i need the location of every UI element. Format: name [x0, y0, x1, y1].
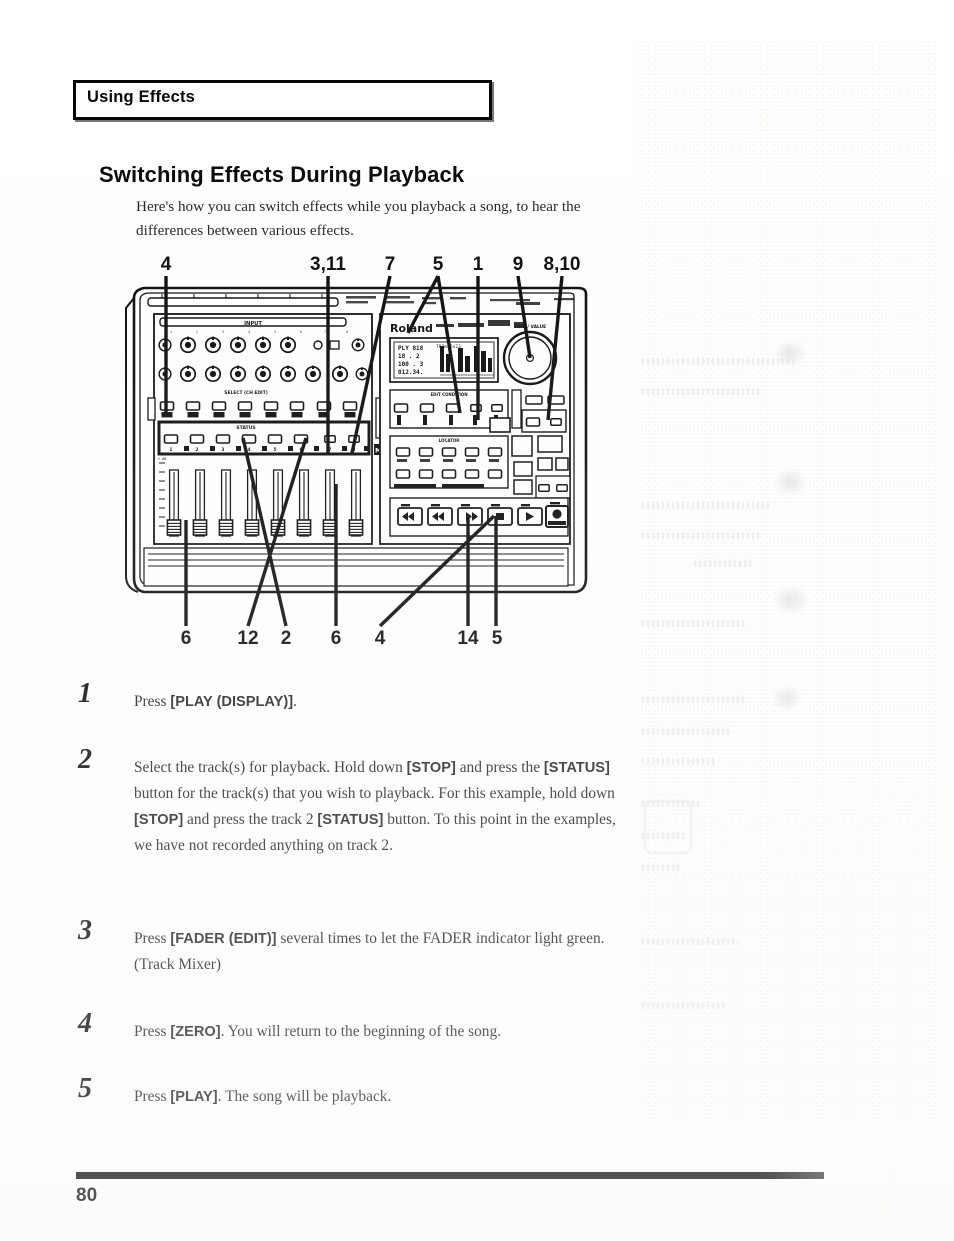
rec-button[interactable] [545, 502, 569, 528]
input-section-label: INPUT [244, 321, 262, 327]
callout-top-1: 3,11 [310, 254, 346, 275]
page-title: Switching Effects During Playback [99, 162, 465, 187]
step-text: Press [ZERO]. You will return to the beg… [134, 1023, 502, 1040]
footer-rule [76, 1172, 824, 1179]
mixer-section: INPUT 1 2 3 4 5 6 7 8 SELECT (CH EDIT) STATUS… [147, 313, 404, 545]
svg-text:8: 8 [346, 330, 348, 334]
callout-bottom-1: 12 [237, 628, 258, 649]
shift-enter-pair[interactable] [521, 409, 567, 433]
scan-grain-noise [636, 40, 936, 1120]
callout-bottom-5: 14 [457, 628, 479, 649]
callout-bottom-6: 5 [492, 628, 503, 649]
ff-button[interactable] [457, 504, 483, 526]
step-number: 2 [78, 744, 92, 775]
step-number: 1 [78, 678, 92, 709]
svg-text:3: 3 [222, 330, 224, 334]
svg-text:012.34.: 012.34. [398, 369, 423, 376]
svg-text:2: 2 [196, 447, 199, 452]
effects-button[interactable] [489, 417, 511, 433]
svg-text:18 . 2: 18 . 2 [398, 353, 420, 360]
svg-text:4: 4 [248, 447, 251, 452]
callout-top-0: 4 [161, 254, 172, 275]
svg-text:2: 2 [196, 330, 198, 334]
auxiliary-button-column[interactable] [511, 435, 571, 499]
step-number: 5 [78, 1073, 92, 1104]
running-head-label: Using Effects [87, 88, 196, 106]
svg-text:4: 4 [248, 330, 250, 334]
callout-top-3: 5 [433, 254, 444, 275]
locator-block[interactable]: LOCATOR [389, 435, 509, 489]
svg-text:5: 5 [274, 330, 276, 334]
svg-text:1: 1 [170, 330, 172, 334]
input-pan-knob-row [158, 364, 369, 383]
step-text: Press [FADER (EDIT)] several times to le… [134, 930, 605, 973]
zero-button[interactable] [397, 504, 423, 526]
play-button[interactable] [517, 504, 543, 526]
select-row-label: SELECT (CH EDIT) [224, 390, 267, 396]
callout-bottom-4: 4 [375, 628, 386, 649]
callout-bottom-0: 6 [181, 628, 192, 649]
svg-text:7: 7 [324, 330, 326, 334]
status-row-label: STATUS [236, 425, 255, 431]
edit-condition-label: EDIT CONDITION [430, 392, 467, 397]
svg-text:100 . 3: 100 . 3 [398, 361, 424, 368]
running-head-box: Using Effects [73, 80, 492, 120]
svg-text:5: 5 [274, 447, 277, 452]
step-text: Press [PLAY (DISPLAY)]. [134, 693, 297, 710]
lcd-display: PLY 818 18 . 2 100 . 3 012.34. 782m85s23 [389, 337, 499, 383]
callout-top-2: 7 [385, 254, 396, 275]
page-number: 80 [76, 1185, 98, 1206]
svg-text:PLY 818: PLY 818 [398, 345, 424, 352]
callout-group-bottom: 6 12 2 6 4 14 5 [181, 628, 503, 649]
stop-button[interactable] [487, 504, 513, 526]
callout-bottom-3: 6 [331, 628, 342, 649]
step-number: 3 [78, 915, 92, 946]
svg-text:6: 6 [300, 330, 302, 334]
fader-scale-label: + dB [158, 457, 167, 461]
callout-bottom-2: 2 [281, 628, 292, 649]
recorder-panel-illustration: 4 3,11 7 5 1 9 8,10 INPUT 1 2 3 4 5 6 7 … [125, 254, 588, 649]
step-number: 4 [78, 1008, 92, 1039]
callout-top-6: 8,10 [544, 254, 581, 275]
control-section: Roland PLY 818 18 . 2 100 . 3 012.34. 78… [379, 302, 571, 545]
intro-paragraph: Here's how you can switch effects while … [136, 198, 581, 239]
svg-text:1: 1 [170, 447, 173, 452]
callout-group-top: 4 3,11 7 5 1 9 8,10 [161, 254, 581, 275]
callout-top-5: 9 [513, 254, 524, 275]
figure-roland-recorder: 4 3,11 7 5 1 9 8,10 INPUT 1 2 3 4 5 6 7 … [118, 248, 598, 660]
time-value-label: TIME / VALUE [514, 324, 546, 330]
step-text: Press [PLAY]. The song will be playback. [134, 1088, 392, 1105]
callout-top-4: 1 [473, 254, 484, 275]
step-text: Select the track(s) for playback. Hold d… [134, 759, 616, 854]
scan-bleedthrough-artifact [636, 40, 936, 1120]
rew-button[interactable] [427, 504, 453, 526]
locator-label: LOCATOR [439, 438, 460, 443]
svg-text:3: 3 [222, 447, 225, 452]
